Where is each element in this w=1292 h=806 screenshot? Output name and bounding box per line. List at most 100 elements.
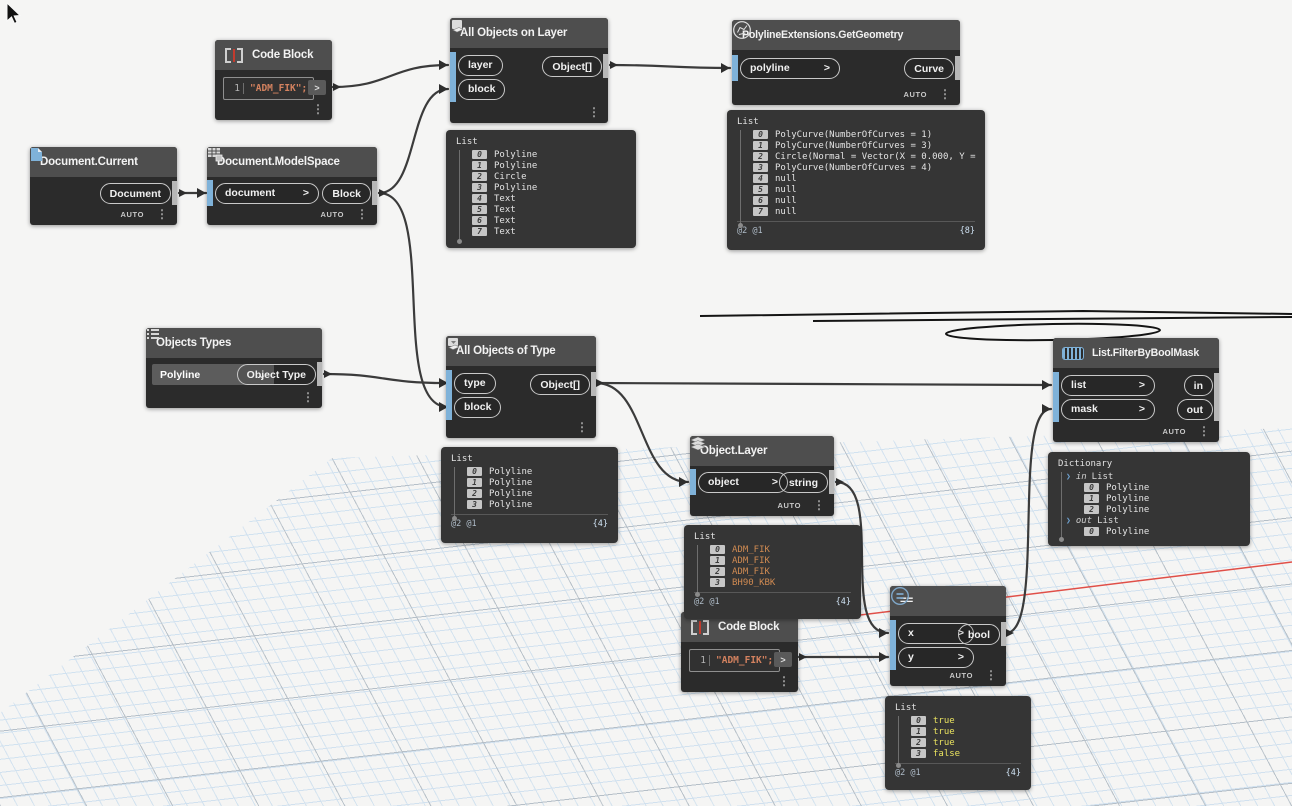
code-editor[interactable]: 1 "ADM_FIK"; [689, 649, 781, 672]
auto-lacing-label[interactable]: AUTO [949, 671, 973, 680]
port-document-input[interactable]: document > [207, 180, 319, 206]
preview-bubble-geometry: List 0 PolyCurve(NumberOfCurves = 1) 1 Pol… [727, 110, 985, 250]
port-out-output[interactable]: out [1175, 399, 1213, 420]
wire-block-to-oftype[interactable] [377, 191, 450, 409]
node-menu-icon[interactable] [985, 670, 997, 680]
preview-bubble-on-layer: List 0 Polyline 1 Polyline 2 Circle 3 Polyli… [446, 130, 636, 248]
auto-lacing-label[interactable]: AUTO [777, 501, 801, 510]
auto-lacing-label[interactable]: AUTO [320, 210, 344, 219]
wire-codeblock-to-layer[interactable] [331, 63, 450, 89]
document-icon [31, 148, 42, 161]
port-list-input[interactable]: list > [1053, 372, 1155, 398]
port-object-input[interactable]: object > [690, 469, 788, 495]
wire-objecttype-to-type[interactable] [322, 372, 446, 385]
node-menu-icon[interactable] [1198, 426, 1210, 436]
preview-bubble-layers: List 0 ADM_FIK 1 ADM_FIK 2 ADM_FIK 3 BH90_KB… [684, 525, 861, 619]
port-object-output[interactable]: Object[] [528, 374, 590, 395]
bubble-title: List [451, 454, 473, 464]
node-menu-icon[interactable] [312, 104, 324, 114]
port-bool-output[interactable]: bool [956, 624, 1000, 645]
list-count: {4} [1005, 768, 1021, 778]
auto-lacing-label[interactable]: AUTO [1162, 427, 1186, 436]
node-header: Document.ModelSpace [207, 147, 377, 177]
dynamo-canvas[interactable]: Code Block 1 "ADM_FIK"; > All Objects on… [0, 0, 1292, 806]
code-text[interactable]: "ADM_FIK"; [710, 655, 779, 666]
line-number: 1 [690, 655, 710, 666]
expand-chevron-icon[interactable] [1066, 472, 1071, 482]
node-object-layer[interactable]: Object.Layer object > string AUTO [690, 436, 834, 516]
bubble-title: List [456, 137, 478, 147]
port-in-output[interactable]: in [1182, 375, 1213, 396]
preview-bubble-dictionary: Dictionary inList 0Polyline 1Polyline 2P… [1048, 452, 1250, 546]
code-output-port[interactable]: > [774, 652, 792, 667]
port-block-input[interactable]: block [446, 394, 502, 420]
code-text[interactable]: "ADM_FIK"; [244, 83, 313, 94]
node-title: Code Block [252, 49, 314, 61]
port-object-output[interactable]: Object[] [540, 56, 602, 77]
node-title: Document.ModelSpace [217, 156, 340, 168]
wire-block-to-onlayer[interactable] [377, 87, 450, 195]
node-equals[interactable]: == x > y > bool AUTO [890, 586, 1006, 686]
node-document-modelspace[interactable]: Document.ModelSpace document > Block AUTO [207, 147, 377, 225]
expand-chevron-icon[interactable] [1066, 516, 1071, 526]
wire-objects-to-filterlist[interactable] [594, 381, 1053, 387]
node-all-objects-of-type[interactable]: All Objects of Type type block Object[] [446, 336, 596, 438]
layers-icon [690, 436, 706, 450]
port-layer-input[interactable]: layer [450, 52, 503, 78]
list-levels[interactable]: @2 @1 [694, 597, 720, 607]
node-header: Code Block [215, 40, 332, 70]
code-editor[interactable]: 1 "ADM_FIK"; [223, 77, 315, 100]
port-polyline-input[interactable]: polyline > [732, 55, 840, 81]
list-levels[interactable]: @2 @1 [895, 768, 921, 778]
node-objects-types[interactable]: Objects Types Polyline Object Type [146, 328, 322, 408]
cube-icon [452, 20, 464, 33]
node-title: Code Block [718, 621, 780, 633]
node-menu-icon[interactable] [939, 89, 951, 99]
polyline-geometry-icon [733, 21, 751, 39]
port-string-output[interactable]: string [777, 472, 828, 493]
wire-bool-to-mask[interactable] [1004, 407, 1053, 635]
node-code-block-bottom[interactable]: Code Block 1 "ADM_FIK"; > [681, 612, 798, 692]
port-type-input[interactable]: type [446, 370, 496, 396]
port-curve-output[interactable]: Curve [902, 58, 954, 79]
code-block-icon [691, 619, 709, 635]
port-document-output[interactable]: Document [98, 183, 171, 204]
port-y-input[interactable]: y > [890, 644, 974, 670]
node-menu-icon[interactable] [778, 676, 790, 686]
node-title: All Objects of Type [456, 345, 556, 357]
lacing-chevron: > [957, 651, 964, 663]
node-menu-icon[interactable] [156, 209, 168, 219]
auto-lacing-label[interactable]: AUTO [120, 210, 144, 219]
port-mask-input[interactable]: mask > [1053, 396, 1155, 422]
bubble-title: List [694, 532, 716, 542]
node-polyline-getgeometry[interactable]: PolylineExtensions.GetGeometry polyline >… [732, 20, 960, 105]
lacing-chevron: > [1138, 379, 1145, 391]
lacing-chevron: > [302, 187, 309, 199]
port-objecttype-output[interactable]: Object Type [235, 364, 316, 385]
preview-bubble-bools: List 0 true 1 true 2 true 3 false @2 @1 {4} [885, 696, 1031, 790]
node-all-objects-on-layer[interactable]: All Objects on Layer layer block Object[… [450, 18, 608, 123]
node-title: All Objects on Layer [460, 27, 568, 39]
dropdown-selected-value: Polyline [160, 368, 201, 381]
node-document-current[interactable]: Document.Current Document AUTO [30, 147, 177, 225]
code-output-port[interactable]: > [308, 80, 326, 95]
port-block-input[interactable]: block [450, 76, 506, 102]
node-header: List.FilterByBoolMask [1053, 338, 1219, 368]
node-menu-icon[interactable] [588, 107, 600, 117]
node-header: All Objects of Type [446, 336, 596, 366]
node-menu-icon[interactable] [576, 422, 588, 432]
port-block-output[interactable]: Block [320, 183, 371, 204]
node-menu-icon[interactable] [813, 500, 825, 510]
node-code-block-top[interactable]: Code Block 1 "ADM_FIK"; > [215, 40, 332, 120]
node-title: Objects Types [156, 337, 232, 349]
list-stripes-icon [1062, 346, 1084, 360]
wire-objects-to-getgeometry[interactable] [608, 63, 732, 70]
node-menu-icon[interactable] [356, 209, 368, 219]
node-list-filterbyboolmask[interactable]: List.FilterByBoolMask list > mask > in out… [1053, 338, 1219, 442]
auto-lacing-label[interactable]: AUTO [903, 90, 927, 99]
node-menu-icon[interactable] [302, 392, 314, 402]
node-title: Document.Current [40, 156, 138, 168]
list-count: {4} [592, 519, 608, 529]
list-count: {4} [835, 597, 851, 607]
geometry-polyline-2 [812, 316, 1292, 322]
